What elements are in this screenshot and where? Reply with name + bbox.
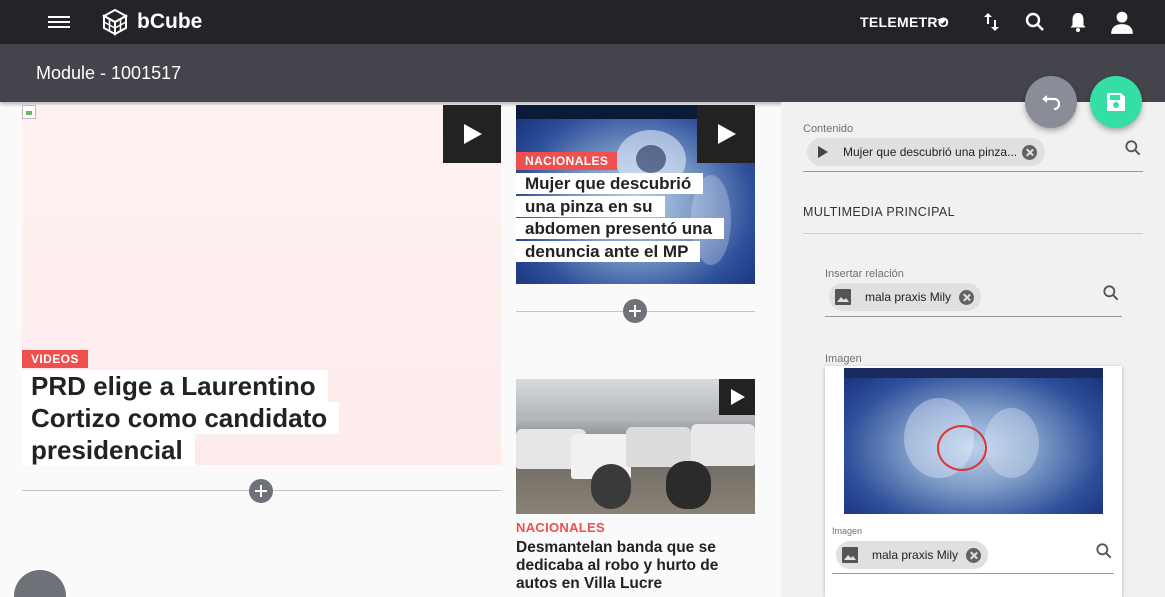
add-module-button[interactable] [623,299,647,323]
field-underline [803,171,1143,172]
search-icon[interactable] [1123,138,1143,158]
broken-image-icon [22,105,36,119]
section-divider [803,233,1143,234]
xray-shadow [636,145,666,173]
module-bar: Module - 1001517 [0,44,1165,102]
play-video-button[interactable] [719,379,755,415]
story-two-tag: NACIONALES [516,152,618,170]
car-shape [691,424,755,466]
remove-chip-icon[interactable] [959,290,974,305]
imagen-card-label: Imagen [832,526,863,536]
preview-button[interactable] [14,570,66,597]
menu-icon[interactable] [48,13,70,31]
save-button[interactable] [1090,76,1142,128]
imagen-chip-label: mala praxis Mily [872,548,959,562]
save-icon [1107,93,1125,111]
remove-chip-icon[interactable] [1022,145,1037,160]
relacion-chip[interactable]: mala praxis Mily [829,283,981,311]
play-icon [718,124,736,144]
play-video-button[interactable] [443,105,501,163]
highlight-circle [937,425,987,471]
sort-icon[interactable] [979,10,1003,34]
site-selector[interactable]: TELEMETRO [860,14,949,30]
imagen-label: Imagen [825,353,862,365]
field-underline [825,316,1122,317]
top-bar: bCube TELEMETRO [0,0,1165,44]
xray-toolbar-strip [844,368,1103,378]
image-icon [842,547,858,563]
search-icon[interactable] [1101,283,1121,303]
play-icon [731,389,745,405]
xray-highlight [984,408,1039,478]
story-three-headline[interactable]: Desmantelan banda que se dedicaba al rob… [516,539,756,593]
undo-icon [1042,95,1061,111]
play-video-button[interactable] [697,105,755,163]
section-title: MULTIMEDIA PRINCIPAL [803,205,956,219]
field-underline [832,573,1114,574]
undo-button[interactable] [1025,76,1077,128]
play-icon [464,124,482,144]
page-title: Module - 1001517 [36,63,182,83]
contenido-chip[interactable]: Mujer que descubrió una pinza... [807,138,1045,166]
contenido-chip-label: Mujer que descubrió una pinza... [843,145,1018,159]
image-preview[interactable] [844,368,1103,514]
bcube-logo-icon [101,8,129,36]
image-icon [835,289,851,305]
contenido-label: Contenido [803,123,854,135]
motorcycle-shape [591,464,631,509]
user-icon[interactable] [1109,9,1135,35]
relacion-label: Insertar relación [825,268,904,280]
relacion-chip-label: mala praxis Mily [865,290,952,304]
remove-chip-icon[interactable] [966,548,981,563]
story-two-headline[interactable]: Mujer que descubrió una pinza en su abdo… [516,173,725,263]
app-root: bCube TELEMETRO Module - 1001517 VIDEOS … [0,0,1165,597]
main-story-headline[interactable]: PRD elige a Laurentino Cortizo como cand… [22,370,382,466]
story-three-tag: NACIONALES [516,520,605,535]
main-story-tag: VIDEOS [22,350,88,368]
play-icon [818,146,828,158]
imagen-chip[interactable]: mala praxis Mily [836,541,988,569]
search-icon[interactable] [1023,10,1047,34]
motorcycle-shape [666,461,711,509]
bell-icon[interactable] [1066,10,1090,34]
chevron-down-icon[interactable] [937,19,947,24]
add-module-button[interactable] [249,479,273,503]
brand-name[interactable]: bCube [137,10,202,34]
search-icon[interactable] [1094,541,1114,561]
